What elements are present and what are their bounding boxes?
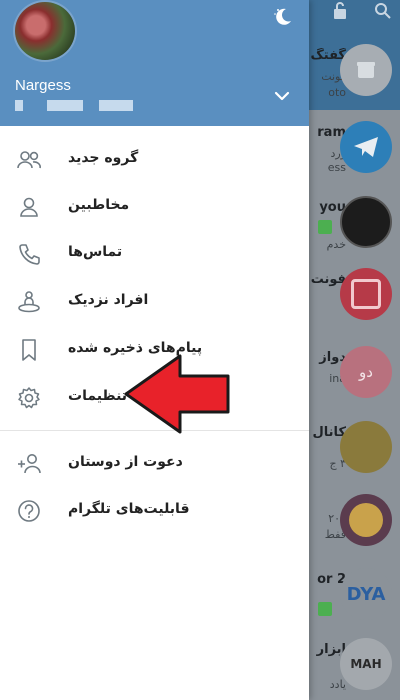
archive-icon — [357, 62, 375, 78]
chat-row[interactable]: فونت — [300, 262, 400, 332]
chat-preview: خدم — [326, 238, 346, 251]
night-mode-icon[interactable] — [272, 6, 294, 28]
settings-icon — [18, 387, 40, 409]
channel-avatar: MAH — [340, 638, 392, 690]
chat-row[interactable]: گفتگ فونت oto — [300, 38, 400, 108]
avatar[interactable] — [13, 0, 77, 62]
menu-label: دعوت از دوستان — [68, 454, 183, 470]
channel-avatar: دو — [340, 346, 392, 398]
navigation-drawer: Nargess گروه جدید مخاطبین تماس‌ها — [0, 0, 309, 700]
chat-preview: یادد — [329, 678, 346, 691]
menu-label: گروه جدید — [68, 150, 139, 166]
search-icon[interactable] — [374, 2, 392, 20]
chat-row[interactable]: you خدم — [300, 190, 400, 260]
chat-row[interactable]: کانال ۳ ج — [300, 415, 400, 485]
lock-icon[interactable] — [330, 2, 350, 20]
menu-calls[interactable]: تماس‌ها — [0, 230, 309, 278]
telegram-avatar — [340, 121, 392, 173]
archive-avatar — [340, 44, 392, 96]
people-nearby-icon — [18, 291, 40, 313]
menu-label: تماس‌ها — [68, 244, 123, 260]
channel-avatar — [340, 421, 392, 473]
chat-row[interactable]: ۲۰۰ قفط — [300, 488, 400, 558]
add-user-icon — [18, 454, 41, 474]
avatar-initials: MAH — [350, 657, 382, 671]
menu-label: افراد نزدیک — [68, 292, 149, 308]
chat-row[interactable]: or 2 DYA — [300, 562, 400, 632]
chevron-down-icon[interactable] — [272, 88, 292, 104]
group-icon — [17, 151, 41, 169]
channel-avatar — [340, 494, 392, 546]
check-badge — [318, 220, 332, 234]
chat-row[interactable]: دواز ina دو — [300, 340, 400, 410]
channel-avatar: DYA — [340, 568, 392, 620]
chat-preview-2: قفط — [324, 528, 346, 541]
chat-preview: ۳ ج — [329, 457, 346, 470]
menu-contacts[interactable]: مخاطبین — [0, 183, 309, 231]
drawer-header: Nargess — [0, 0, 309, 126]
menu-people-nearby[interactable]: افراد نزدیک — [0, 278, 309, 326]
chat-preview-2: oto — [328, 86, 346, 99]
help-icon — [18, 500, 40, 522]
menu-label: قابلیت‌های تلگرام — [68, 501, 190, 517]
menu-label: مخاطبین — [68, 197, 130, 213]
menu-invite-friends[interactable]: دعوت از دوستان — [0, 440, 309, 488]
menu-label: تنظیمات — [68, 388, 128, 404]
menu-new-group[interactable]: گروه جدید — [0, 136, 309, 184]
phone-icon — [19, 244, 40, 265]
profile-name: Nargess — [15, 77, 71, 94]
chat-row[interactable]: ram ورد ess — [300, 115, 400, 185]
contact-icon — [20, 197, 38, 217]
avatar-initials: دو — [359, 363, 373, 381]
red-arrow-annotation — [124, 354, 230, 434]
chat-row[interactable]: ابزار یادد MAH — [300, 632, 400, 700]
profile-phone-redacted — [15, 100, 135, 112]
channel-avatar — [340, 196, 392, 248]
check-badge — [318, 602, 332, 616]
chat-preview-2: ess — [327, 161, 346, 174]
paper-plane-icon — [354, 137, 378, 157]
menu-telegram-features[interactable]: قابلیت‌های تلگرام — [0, 487, 309, 535]
bookmark-icon — [22, 339, 36, 361]
channel-avatar — [340, 268, 392, 320]
